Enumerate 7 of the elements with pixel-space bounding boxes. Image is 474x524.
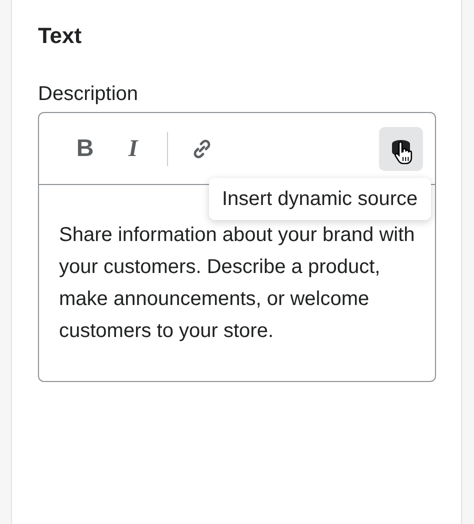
hand-cursor-icon <box>393 140 415 164</box>
field-label: Description <box>38 82 140 106</box>
italic-button[interactable]: I <box>111 126 155 170</box>
bold-button[interactable]: B <box>63 126 107 170</box>
panel-title: Text <box>38 22 83 50</box>
tooltip: Insert dynamic source <box>209 178 431 220</box>
dynamic-source-button[interactable] <box>379 126 423 170</box>
